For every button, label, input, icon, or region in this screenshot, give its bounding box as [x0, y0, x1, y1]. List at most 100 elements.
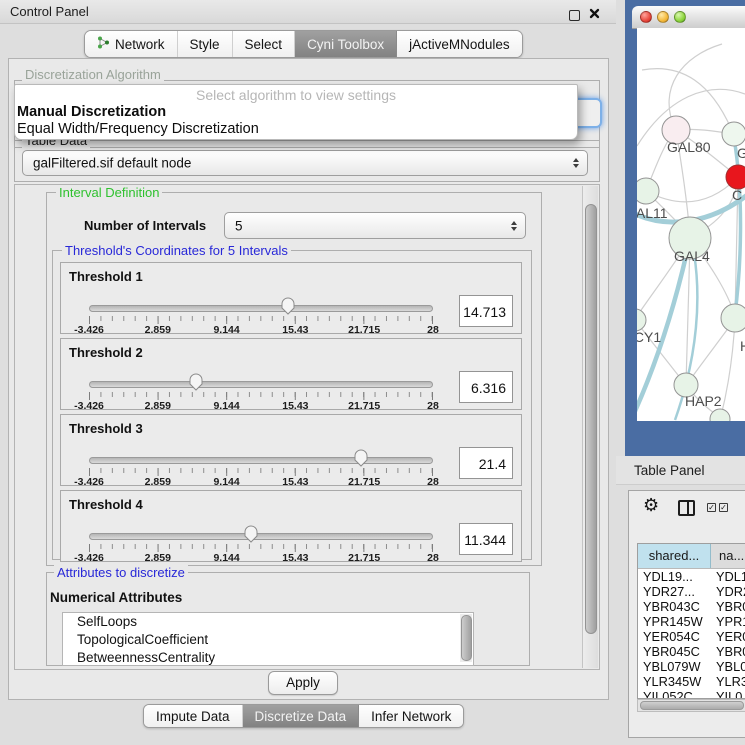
cell-shared-name[interactable]: YLR345W	[638, 674, 710, 689]
tick-label: -3.426	[74, 552, 104, 564]
list-item[interactable]: TopologicalCoefficient	[63, 631, 473, 649]
network-node[interactable]	[726, 165, 745, 189]
network-edge[interactable]	[646, 178, 737, 202]
table-row[interactable]: YDR27...YDR2	[638, 584, 745, 599]
network-window-titlebar[interactable]	[632, 6, 745, 29]
table-row[interactable]: YER054CYER0	[638, 629, 745, 644]
list-item[interactable]: BetweennessCentrality	[63, 649, 473, 666]
slider-track[interactable]	[89, 533, 433, 540]
checkbox-icon[interactable]: ✓	[719, 503, 728, 512]
threshold-slider[interactable]: -3.4262.8599.14415.4321.71528	[89, 303, 433, 335]
tab-select[interactable]: Select	[233, 31, 296, 57]
tab-infer-network[interactable]: Infer Network	[359, 705, 463, 727]
cell-name[interactable]: YDR2	[710, 584, 745, 599]
network-graph[interactable]: GAL80GACGAL11GAL4GCY1HHAP2	[637, 28, 745, 421]
network-node[interactable]	[637, 178, 659, 204]
column-header-name[interactable]: na...	[711, 544, 745, 568]
node-label: GAL4	[674, 248, 710, 264]
cell-shared-name[interactable]: YER054C	[638, 629, 710, 644]
table-row[interactable]: YIL052CYIL0	[638, 689, 745, 699]
vertical-scrollbar[interactable]	[582, 186, 598, 668]
horizontal-scrollbar-thumb[interactable]	[640, 701, 744, 710]
threshold-value-field[interactable]: 14.713	[459, 295, 513, 327]
table-row[interactable]: YBL079WYBL0	[638, 659, 745, 674]
cell-shared-name[interactable]: YIL052C	[638, 689, 710, 699]
slider-track[interactable]	[89, 305, 433, 312]
cell-name[interactable]: YBL0	[710, 659, 745, 674]
table-row[interactable]: YBR045CYBR0	[638, 644, 745, 659]
float-panel-icon[interactable]	[569, 10, 580, 21]
slider-thumb-icon[interactable]	[243, 524, 259, 544]
network-edge[interactable]	[721, 319, 735, 416]
checkbox-icon[interactable]: ✓	[707, 503, 716, 512]
algorithm-option[interactable]: Equal Width/Frequency Discretization	[15, 121, 577, 138]
cell-name[interactable]: YER0	[710, 629, 745, 644]
threshold-slider[interactable]: -3.4262.8599.14415.4321.71528	[89, 379, 433, 411]
tab-network[interactable]: Network	[85, 31, 178, 57]
cell-shared-name[interactable]: YBR045C	[638, 644, 710, 659]
threshold-value-field[interactable]: 6.316	[459, 371, 513, 403]
cell-name[interactable]: YBR0	[710, 599, 745, 614]
algorithm-option[interactable]: Manual Discretization	[15, 104, 577, 121]
tick-label: 15.43	[282, 400, 308, 412]
slider-thumb-icon[interactable]	[188, 372, 204, 392]
list-item[interactable]: SelfLoops	[63, 613, 473, 631]
tab-impute-data[interactable]: Impute Data	[144, 705, 243, 727]
cell-shared-name[interactable]: YDR27...	[638, 584, 710, 599]
cell-name[interactable]: YIL0	[710, 689, 745, 699]
cell-name[interactable]: YDL1	[710, 569, 745, 584]
network-icon	[97, 36, 110, 52]
scrollbar-thumb[interactable]	[585, 204, 597, 634]
network-window: GAL80GACGAL11GAL4GCY1HHAP2	[625, 0, 745, 456]
column-header-shared-name[interactable]: shared...	[638, 544, 711, 568]
threshold-slider[interactable]: -3.4262.8599.14415.4321.71528	[89, 531, 433, 563]
threshold-label: Threshold 4	[69, 497, 143, 512]
slider-track[interactable]	[89, 381, 433, 388]
gear-icon[interactable]: ⚙	[643, 495, 659, 516]
horizontal-scrollbar[interactable]	[637, 699, 745, 712]
threshold-panel: Threshold 3-3.4262.8599.14415.4321.71528…	[60, 414, 522, 486]
zoom-window-icon[interactable]	[674, 11, 686, 23]
columns-icon[interactable]	[678, 500, 695, 516]
network-canvas[interactable]: GAL80GACGAL11GAL4GCY1HHAP2	[637, 28, 745, 421]
number-of-intervals-combo[interactable]: 5	[224, 212, 526, 239]
tick-label: 21.715	[348, 552, 380, 564]
network-node[interactable]	[710, 409, 730, 421]
slider-thumb-icon[interactable]	[280, 296, 296, 316]
threshold-slider[interactable]: -3.4262.8599.14415.4321.71528	[89, 455, 433, 487]
slider-track[interactable]	[89, 457, 433, 464]
apply-button[interactable]: Apply	[268, 671, 338, 695]
slider-thumb-icon[interactable]	[353, 448, 369, 468]
table-row[interactable]: YDL19...YDL1	[638, 569, 745, 584]
tab-jactivemnodules[interactable]: jActiveMNodules	[397, 31, 522, 57]
network-node[interactable]	[721, 304, 745, 332]
table-row[interactable]: YLR345WYLR3	[638, 674, 745, 689]
cell-shared-name[interactable]: YBL079W	[638, 659, 710, 674]
table-row[interactable]: YPR145WYPR1	[638, 614, 745, 629]
numerical-attributes-list[interactable]: SelfLoopsTopologicalCoefficientBetweenne…	[62, 612, 474, 666]
table-data-combo[interactable]: galFiltered.sif default node	[22, 150, 588, 176]
tab-label: Cyni Toolbox	[307, 37, 384, 52]
cell-shared-name[interactable]: YPR145W	[638, 614, 710, 629]
tab-cyni-toolbox[interactable]: Cyni Toolbox	[295, 31, 397, 57]
cell-name[interactable]: YLR3	[710, 674, 745, 689]
network-node[interactable]	[722, 122, 745, 146]
cell-name[interactable]: YPR1	[710, 614, 745, 629]
close-window-icon[interactable]	[640, 11, 652, 23]
network-node[interactable]	[637, 309, 646, 331]
tab-style[interactable]: Style	[178, 31, 233, 57]
tick-label: 9.144	[213, 400, 239, 412]
attributes-group-title: Attributes to discretize	[54, 565, 188, 580]
table-row[interactable]: YBR043CYBR0	[638, 599, 745, 614]
tab-discretize-data[interactable]: Discretize Data	[243, 705, 360, 727]
cell-shared-name[interactable]: YBR043C	[638, 599, 710, 614]
list-scrollbar-thumb[interactable]	[461, 615, 472, 661]
list-scrollbar[interactable]	[460, 614, 472, 662]
threshold-value-field[interactable]: 11.344	[459, 523, 513, 555]
threshold-value-field[interactable]: 21.4	[459, 447, 513, 479]
tick-label: 9.144	[213, 476, 239, 488]
cell-name[interactable]: YBR0	[710, 644, 745, 659]
close-panel-icon[interactable]	[589, 6, 600, 24]
minimize-window-icon[interactable]	[657, 11, 669, 23]
cell-shared-name[interactable]: YDL19...	[638, 569, 710, 584]
